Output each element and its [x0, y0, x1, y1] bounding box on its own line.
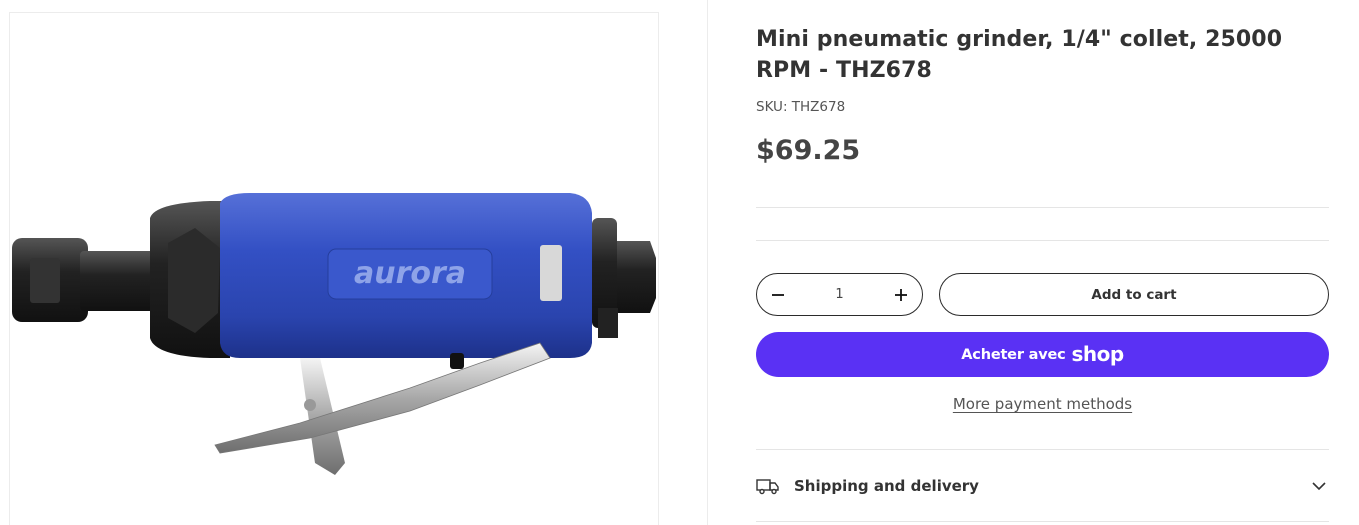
- minus-icon: [772, 293, 784, 296]
- divider: [756, 240, 1329, 241]
- quantity-input[interactable]: 1: [835, 287, 843, 302]
- product-image[interactable]: aurora: [9, 12, 659, 525]
- quantity-stepper: 1: [756, 273, 923, 316]
- product-sku: SKU: THZ678: [756, 99, 846, 115]
- truck-icon: [756, 479, 779, 495]
- shop-pay-logo: shop: [1071, 341, 1125, 366]
- divider: [756, 521, 1329, 522]
- plus-icon: [895, 288, 907, 301]
- quantity-increase-button[interactable]: [892, 286, 910, 304]
- product-title: Mini pneumatic grinder, 1/4" collet, 250…: [756, 27, 1283, 83]
- shipping-delivery-accordion[interactable]: Shipping and delivery: [756, 450, 1329, 522]
- column-divider: [707, 0, 708, 525]
- divider: [756, 207, 1329, 208]
- grinder-illustration: aurora: [12, 193, 656, 475]
- quantity-decrease-button[interactable]: [769, 286, 787, 304]
- more-payment-methods-link[interactable]: More payment methods: [756, 395, 1329, 413]
- brand-logo: aurora: [354, 256, 466, 291]
- product-price: $69.25: [756, 135, 861, 166]
- chevron-down-icon: [1312, 482, 1326, 491]
- add-to-cart-button[interactable]: Add to cart: [939, 273, 1329, 316]
- shop-pay-button[interactable]: Acheter avec shop: [756, 332, 1329, 377]
- shop-pay-label: Acheter avec: [961, 346, 1066, 363]
- product-page: aurora Mini pneumatic grinder, 1/4" coll…: [0, 0, 1359, 525]
- shipping-delivery-label: Shipping and delivery: [794, 477, 979, 495]
